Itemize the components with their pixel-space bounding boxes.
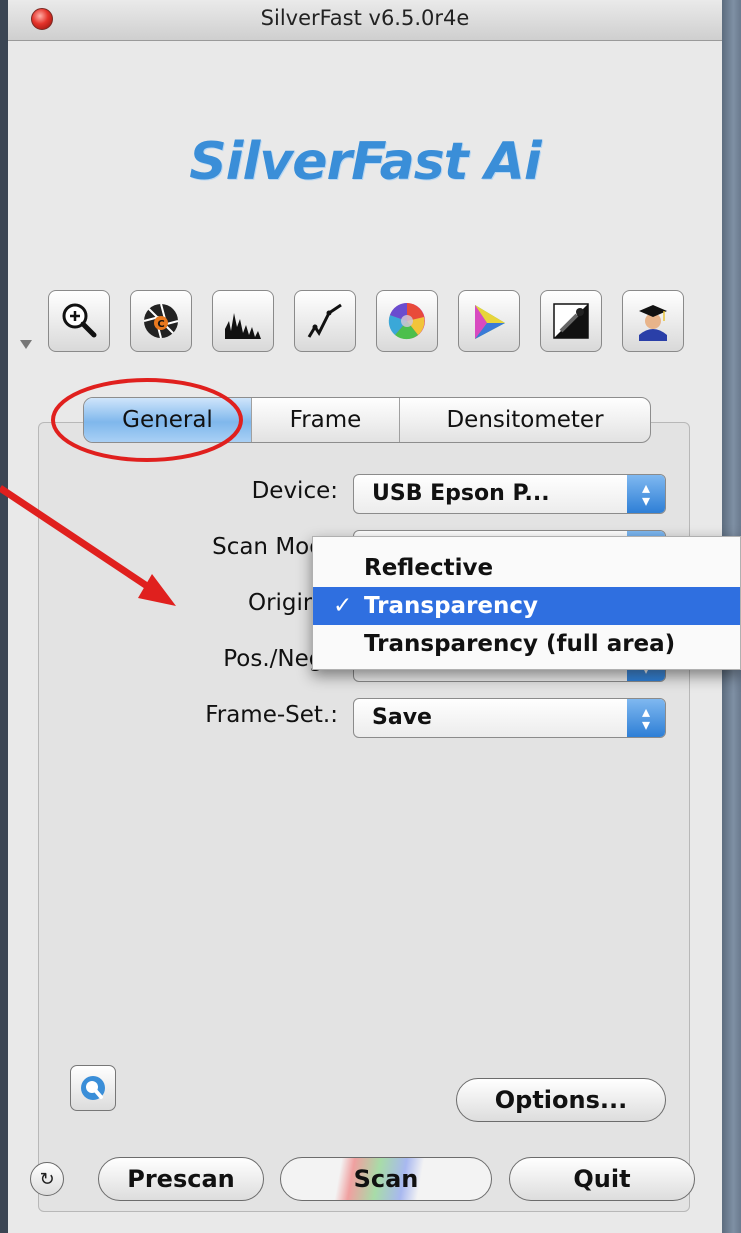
- gamut-icon: [475, 305, 505, 339]
- curve-icon: [307, 303, 342, 338]
- popup-arrows-icon: ▴▾: [627, 475, 665, 513]
- menu-item-transparency-full-area[interactable]: Transparency (full area): [313, 625, 740, 663]
- aperture-tool-button[interactable]: C: [130, 290, 192, 352]
- tab-bar: General Frame Densitometer: [83, 397, 651, 443]
- title-bar: SilverFast v6.5.0r4e: [8, 0, 722, 41]
- gamut-tool-button[interactable]: [458, 290, 520, 352]
- scan-button[interactable]: Scan: [280, 1157, 492, 1201]
- svg-text:C: C: [157, 319, 164, 330]
- histogram-tool-button[interactable]: [212, 290, 274, 352]
- quicktime-icon: [81, 1076, 105, 1100]
- device-label: Device:: [251, 478, 338, 504]
- magnifier-icon: [62, 303, 97, 338]
- prescan-button[interactable]: Prescan: [98, 1157, 264, 1201]
- menu-item-transparency[interactable]: ✓ Transparency: [313, 587, 740, 625]
- frame-set-popup[interactable]: Save ▴ ▾: [353, 698, 666, 738]
- menu-item-reflective[interactable]: Reflective: [313, 549, 740, 587]
- device-popup[interactable]: USB Epson P... ▴ ▾: [353, 474, 666, 514]
- histogram-icon: [225, 313, 261, 339]
- menu-item-label: Transparency: [364, 593, 539, 619]
- aperture-icon: C: [143, 303, 179, 339]
- tab-densitometer[interactable]: Densitometer: [400, 398, 650, 442]
- graduate-icon: [639, 305, 667, 341]
- eyedropper-icon: [553, 303, 589, 339]
- quicktime-button[interactable]: [70, 1065, 116, 1111]
- frame-set-value: Save: [372, 705, 432, 730]
- device-value: USB Epson P...: [372, 481, 550, 506]
- magnifier-tool-button[interactable]: [48, 290, 110, 352]
- quit-button[interactable]: Quit: [509, 1157, 695, 1201]
- reset-circle-arrow-icon[interactable]: ↻: [30, 1162, 64, 1196]
- silverfast-logo: SilverFast Ai: [189, 132, 542, 192]
- frame-set-label: Frame-Set.:: [205, 702, 338, 728]
- expand-toolbar-triangle-icon[interactable]: [20, 340, 32, 349]
- tab-general[interactable]: General: [84, 398, 252, 442]
- checkmark-icon: ✓: [333, 593, 353, 619]
- window-title: SilverFast v6.5.0r4e: [260, 6, 470, 30]
- help-graduate-tool-button[interactable]: [622, 290, 684, 352]
- color-wheel-tool-button[interactable]: [376, 290, 438, 352]
- popup-arrows-icon: ▴▾: [627, 699, 665, 737]
- eyedropper-tool-button[interactable]: [540, 290, 602, 352]
- options-button[interactable]: Options...: [456, 1078, 666, 1122]
- curve-tool-button[interactable]: [294, 290, 356, 352]
- original-dropdown-menu: Reflective ✓ Transparency Transparency (…: [312, 536, 741, 670]
- color-wheel-icon: [388, 302, 425, 340]
- tab-frame[interactable]: Frame: [252, 398, 400, 442]
